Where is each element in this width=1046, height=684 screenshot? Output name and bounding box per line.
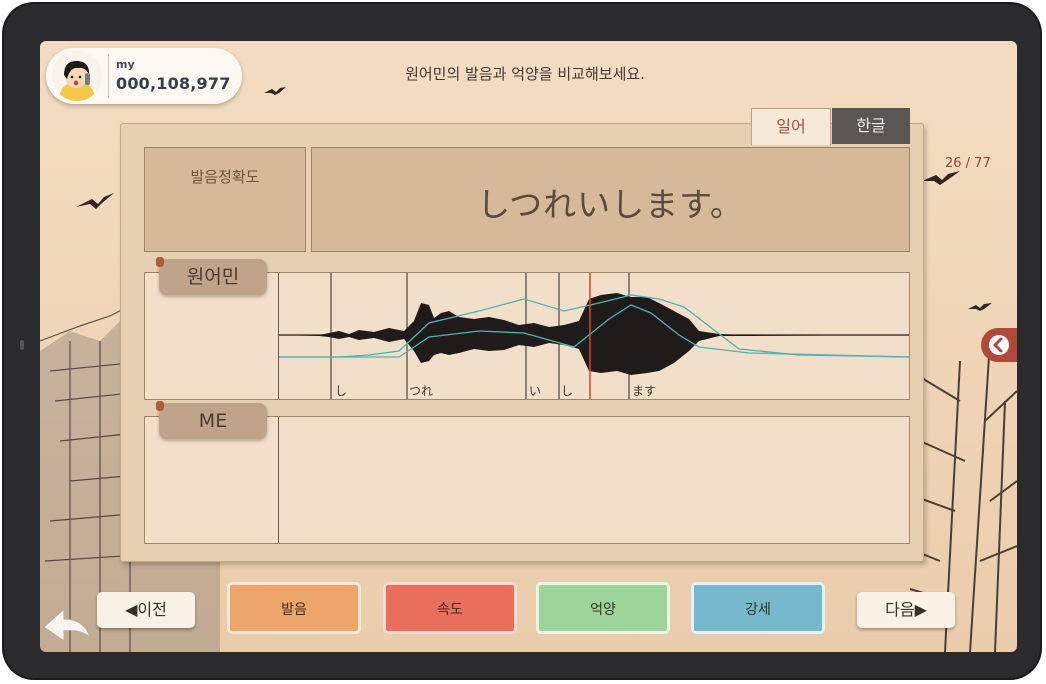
speed-button[interactable]: 속도 <box>383 582 517 634</box>
native-waveform[interactable] <box>279 273 909 399</box>
waveform-divider <box>278 417 279 543</box>
chevron-left-icon <box>989 335 1009 355</box>
native-label: 원어민 <box>156 257 267 295</box>
comparison-panel: 일어 한글 발음정확도 しつれいします。 し つれ い し ます 원어민 ME <box>120 108 924 562</box>
my-label: my <box>116 58 135 71</box>
avatar <box>52 51 102 101</box>
side-panel-toggle-button[interactable] <box>981 328 1017 362</box>
pronunciation-button[interactable]: 발음 <box>227 582 361 634</box>
accuracy-box: 발음정확도 <box>144 147 306 252</box>
native-waveform-panel: し つれ い し ます 원어민 <box>144 257 910 400</box>
tab-japanese[interactable]: 일어 <box>751 108 831 145</box>
segment-label: ます <box>632 384 657 398</box>
sentence-text: しつれいします。 <box>477 185 744 224</box>
app-screen: my 000,108,977 원어민의 발음과 억양을 비교해보세요. 26 /… <box>40 41 1017 652</box>
tablet-side-button <box>20 340 24 350</box>
sentence-box: しつれいします。 <box>311 147 910 252</box>
next-button[interactable]: 다음▶ <box>857 592 955 628</box>
my-waveform-panel: ME <box>144 401 910 544</box>
me-label: ME <box>156 401 267 439</box>
page-counter: 26 / 77 <box>945 156 991 171</box>
profile-divider <box>108 54 109 98</box>
native-label-text: 원어민 <box>186 266 240 288</box>
segment-label: し <box>561 384 574 398</box>
me-label-text: ME <box>198 410 228 432</box>
segment-label: し <box>335 384 348 398</box>
accuracy-label: 발음정확도 <box>190 168 260 186</box>
instruction-text: 원어민의 발음과 억양을 비교해보세요. <box>405 65 645 83</box>
intonation-button[interactable]: 억양 <box>536 582 670 634</box>
segment-label: い <box>529 384 542 398</box>
pin-icon <box>156 401 164 411</box>
segment-label: つれ <box>409 384 434 398</box>
score-value: 000,108,977 <box>116 74 231 93</box>
tab-korean[interactable]: 한글 <box>832 108 910 144</box>
pin-icon <box>156 257 164 267</box>
profile-card[interactable]: my 000,108,977 <box>46 48 242 104</box>
prev-button[interactable]: ◀이전 <box>97 592 195 628</box>
tablet-frame: my 000,108,977 원어민의 발음과 억양을 비교해보세요. 26 /… <box>4 4 1040 678</box>
back-arrow-icon[interactable] <box>40 601 96 647</box>
stress-button[interactable]: 강세 <box>691 582 825 634</box>
